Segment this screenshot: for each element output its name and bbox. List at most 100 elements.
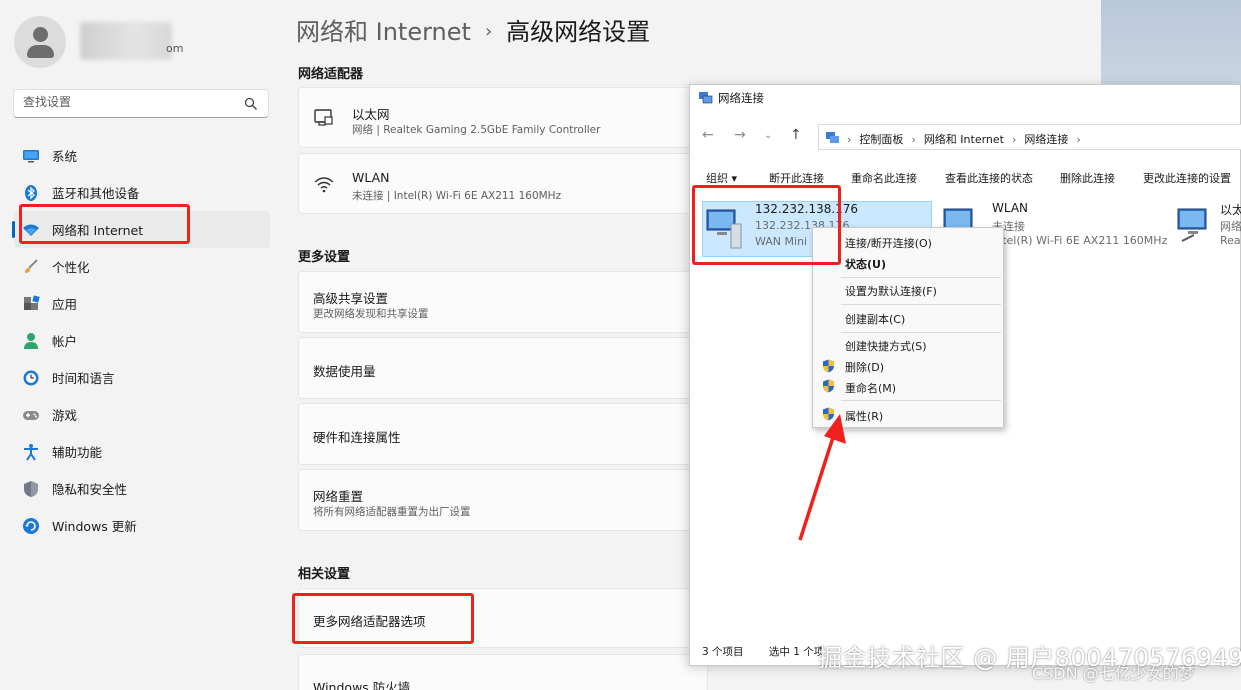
menu-separator: [841, 400, 1001, 401]
search-input[interactable]: [23, 95, 233, 109]
nav-label: 时间和语言: [52, 371, 115, 386]
shield-icon: [24, 481, 38, 497]
gamepad-icon: [23, 411, 39, 420]
settings-card-network-reset[interactable]: 网络重置 将所有网络适配器重置为出厂设置: [298, 469, 708, 531]
menu-item-create-copy[interactable]: 创建副本(C): [845, 311, 905, 327]
card-title: 数据使用量: [313, 364, 376, 379]
nav-item-windows-update[interactable]: Windows 更新: [14, 507, 270, 544]
title-bar[interactable]: 网络连接: [690, 85, 1240, 111]
settings-nav: 系统 蓝牙和其他设备 网络和 Internet 个性化 应用 帐户 时间和语言: [12, 137, 270, 544]
settings-card-windows-firewall[interactable]: Windows 防火墙: [298, 654, 708, 690]
menu-separator: [841, 304, 1001, 305]
menu-item-set-default[interactable]: 设置为默认连接(F): [845, 283, 937, 299]
settings-card-data-usage[interactable]: 数据使用量: [298, 337, 708, 399]
nav-item-gaming[interactable]: 游戏: [14, 396, 270, 433]
menu-separator: [841, 277, 1001, 278]
settings-card-advanced-sharing[interactable]: 高级共享设置 更改网络发现和共享设置: [298, 271, 708, 333]
ethernet-icon: [314, 109, 333, 126]
breadcrumb-separator: ›: [484, 21, 493, 42]
nav-item-privacy[interactable]: 隐私和安全性: [14, 470, 270, 507]
window-title: 网络连接: [718, 91, 764, 105]
adapter-card-wlan[interactable]: WLAN 未连接 | Intel(R) Wi-Fi 6E AX211 160MH…: [298, 153, 708, 214]
nav-item-apps[interactable]: 应用: [14, 285, 270, 322]
connection-name: 以太: [1220, 203, 1241, 217]
address-bar[interactable]: › 控制面板 › 网络和 Internet › 网络连接 ›: [818, 124, 1241, 150]
up-arrow-icon[interactable]: ↑: [790, 127, 802, 143]
selection-count: 选中 1 个项: [768, 646, 825, 658]
accessibility-icon: [24, 444, 38, 461]
nav-item-time-language[interactable]: 时间和语言: [14, 359, 270, 396]
nav-item-personalization[interactable]: 个性化: [14, 248, 270, 285]
menu-item-create-shortcut[interactable]: 创建快捷方式(S): [845, 338, 927, 354]
nav-label: 蓝牙和其他设备: [52, 186, 140, 201]
search-icon[interactable]: [244, 97, 258, 111]
avatar[interactable]: [14, 16, 66, 68]
menu-item-status[interactable]: 状态(U): [845, 256, 886, 272]
disconnect-button[interactable]: 断开此连接: [769, 170, 824, 186]
breadcrumb-parent[interactable]: 网络和 Internet: [296, 18, 471, 46]
connection-device: Rea: [1220, 234, 1241, 247]
menu-item-delete[interactable]: 删除(D): [845, 359, 884, 375]
address-path: › 控制面板 › 网络和 Internet › 网络连接 ›: [847, 131, 1089, 147]
card-subtitle: 将所有网络适配器重置为出厂设置: [313, 506, 471, 518]
adapter-name: 以太网: [352, 107, 390, 122]
nav-label: 隐私和安全性: [52, 482, 128, 497]
item-count: 3 个项目: [702, 646, 744, 658]
watermark-csdn: CSDN @七亿少女的梦: [1032, 664, 1195, 683]
nav-label: 辅助功能: [52, 445, 103, 460]
card-title: 高级共享设置: [313, 291, 389, 306]
card-title: Windows 防火墙: [313, 680, 411, 690]
adapter-detail: 网络 | Realtek Gaming 2.5GbE Family Contro…: [352, 124, 601, 136]
menu-item-connect-disconnect[interactable]: 连接/断开连接(O): [845, 235, 932, 251]
network-connections-icon: [699, 92, 713, 104]
bluetooth-icon: [25, 185, 37, 201]
card-title: 硬件和连接属性: [313, 430, 401, 445]
delete-connection-button[interactable]: 删除此连接: [1060, 170, 1115, 186]
path-chevron-icon: ›: [1012, 133, 1017, 146]
breadcrumb: 网络和 Internet › 高级网络设置: [296, 12, 650, 47]
path-segment[interactable]: 控制面板: [859, 133, 903, 146]
nav-item-accounts[interactable]: 帐户: [14, 322, 270, 359]
desktop-background: [1101, 0, 1241, 84]
connection-status: 网络: [1220, 220, 1241, 233]
adapter-detail: 未连接 | Intel(R) Wi-Fi 6E AX211 160MHz: [352, 190, 562, 202]
nav-label: 应用: [52, 297, 78, 312]
view-status-button[interactable]: 查看此连接的状态: [945, 170, 1033, 186]
card-title: 网络重置: [313, 489, 364, 504]
apps-icon: [24, 295, 40, 310]
page-title: 高级网络设置: [506, 18, 651, 46]
settings-card-hardware-properties[interactable]: 硬件和连接属性: [298, 403, 708, 465]
control-panel-icon: [826, 132, 839, 143]
blurred-account-name: [80, 22, 172, 60]
nav-item-accessibility[interactable]: 辅助功能: [14, 433, 270, 470]
path-segment[interactable]: 网络连接: [1024, 133, 1068, 146]
adapter-card-ethernet[interactable]: 以太网 网络 | Realtek Gaming 2.5GbE Family Co…: [298, 87, 708, 148]
wifi-icon: [314, 177, 334, 193]
globe-clock-icon: [23, 370, 39, 386]
nav-label: Windows 更新: [52, 519, 137, 534]
search-box[interactable]: [13, 89, 269, 118]
connection-device: Intel(R) Wi-Fi 6E AX211 160MHz: [992, 234, 1168, 247]
annotation-box-wan-connection: [692, 185, 841, 265]
rename-button[interactable]: 重命名此连接: [851, 170, 917, 186]
menu-item-rename[interactable]: 重命名(M): [845, 380, 896, 396]
status-bar: 3 个项目 选中 1 个项: [702, 644, 824, 659]
forward-arrow-icon[interactable]: →: [734, 127, 746, 143]
connection-item-ethernet[interactable]: 以太 网络 Rea: [1174, 201, 1241, 257]
nav-label: 帐户: [52, 334, 78, 349]
uac-shield-icon: [823, 359, 834, 373]
annotation-arrow-icon: [798, 414, 846, 541]
nav-label: 系统: [52, 149, 78, 164]
uac-shield-icon: [823, 379, 834, 393]
change-settings-button[interactable]: 更改此连接的设置: [1143, 170, 1231, 186]
organize-button[interactable]: 组织 ▾: [706, 170, 737, 186]
back-arrow-icon[interactable]: ←: [702, 127, 714, 143]
recent-chevron-down-icon[interactable]: ⌄: [764, 130, 772, 141]
card-subtitle: 更改网络发现和共享设置: [313, 308, 429, 320]
path-segment[interactable]: 网络和 Internet: [924, 133, 1004, 146]
brush-icon: [25, 259, 38, 273]
nav-label: 个性化: [52, 260, 90, 275]
address-bar-row: ← → ⌄ ↑ › 控制面板 › 网络和 Internet › 网络连接 ›: [690, 121, 1241, 153]
nav-item-system[interactable]: 系统: [14, 137, 270, 174]
menu-separator: [841, 332, 1001, 333]
